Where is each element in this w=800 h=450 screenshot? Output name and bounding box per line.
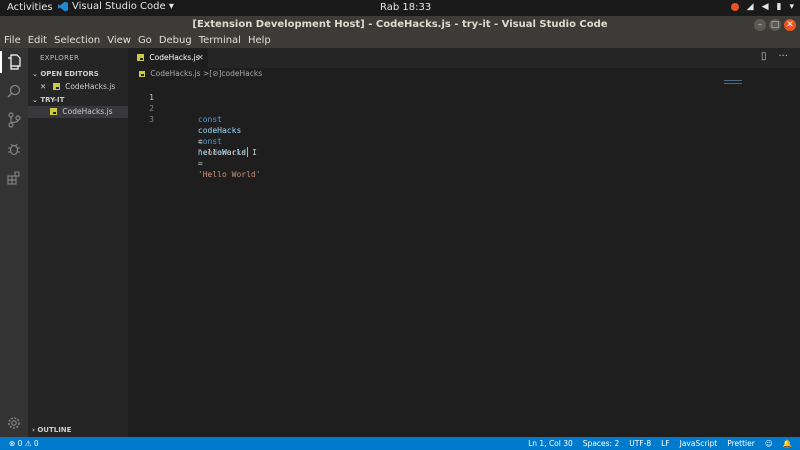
activities-button[interactable]: Activities bbox=[7, 2, 53, 13]
minimap[interactable] bbox=[724, 80, 742, 86]
menu-edit[interactable]: Edit bbox=[28, 34, 47, 48]
prettier-status[interactable]: Prettier bbox=[727, 437, 755, 450]
breadcrumb-symbol[interactable]: [⊘]codeHacks bbox=[209, 69, 262, 78]
activity-bar bbox=[0, 48, 28, 437]
problems-indicator[interactable]: ⊗ 0 ⚠ 0 bbox=[9, 437, 39, 450]
open-editors-label: OPEN EDITORS bbox=[40, 70, 99, 78]
split-editor-icon[interactable]: ▯ bbox=[761, 51, 767, 62]
javascript-file-icon bbox=[52, 83, 60, 90]
open-editor-item[interactable]: ✕ CodeHacks.js bbox=[28, 81, 128, 93]
folder-section[interactable]: ⌄ TRY-IT bbox=[28, 95, 128, 106]
menu-debug[interactable]: Debug bbox=[159, 34, 192, 48]
app-name: Visual Studio Code ▾ bbox=[72, 1, 174, 12]
keyword: const bbox=[197, 115, 222, 124]
feedback-icon[interactable]: ☺ bbox=[765, 437, 773, 450]
system-tray[interactable]: ◢ ◀ ▮ ▾ bbox=[730, 2, 794, 12]
menu-bar: File Edit Selection View Go Debug Termin… bbox=[0, 34, 800, 48]
window-title: [Extension Development Host] - CodeHacks… bbox=[192, 19, 608, 30]
notifications-bell-icon[interactable]: 🔔 bbox=[783, 437, 792, 450]
tab-label: CodeHacks.js bbox=[149, 53, 200, 62]
more-actions-icon[interactable]: ··· bbox=[778, 51, 788, 62]
chevron-down-icon: ⌄ bbox=[32, 70, 38, 78]
encoding[interactable]: UTF-8 bbox=[629, 437, 651, 450]
code-line[interactable]: 1 const codeHacks = 'codeHacks I bbox=[128, 81, 788, 157]
source-control-icon[interactable] bbox=[5, 111, 23, 129]
debug-icon[interactable] bbox=[5, 140, 23, 158]
status-bar: ⊗ 0 ⚠ 0 Ln 1, Col 30 Spaces: 2 UTF-8 LF … bbox=[0, 437, 800, 450]
string-literal: 'Hello World' bbox=[197, 170, 261, 179]
menu-terminal[interactable]: Terminal bbox=[199, 34, 241, 48]
breadcrumb-file[interactable]: CodeHacks.js bbox=[150, 69, 200, 78]
tab-codehacks-js[interactable]: CodeHacks.js ✕ bbox=[128, 48, 208, 68]
javascript-file-icon bbox=[139, 71, 145, 77]
close-window-button[interactable]: ✕ bbox=[784, 19, 796, 31]
search-icon[interactable] bbox=[5, 82, 23, 100]
battery-icon[interactable]: ▮ bbox=[777, 2, 782, 12]
clock[interactable]: Rab 18:33 bbox=[380, 2, 431, 13]
chevron-right-icon: › bbox=[32, 426, 35, 434]
language-mode[interactable]: JavaScript bbox=[680, 437, 718, 450]
editor-tab-bar: CodeHacks.js ✕ ▯ ··· bbox=[128, 48, 800, 68]
javascript-file-icon bbox=[137, 54, 144, 61]
menu-selection[interactable]: Selection bbox=[54, 34, 100, 48]
menu-file[interactable]: File bbox=[4, 34, 21, 48]
power-menu-icon[interactable]: ▾ bbox=[789, 2, 794, 12]
close-editor-icon[interactable]: ✕ bbox=[40, 82, 46, 91]
outline-section[interactable]: › OUTLINE bbox=[28, 425, 128, 436]
system-top-bar: Activities Visual Studio Code ▾ Rab 18:3… bbox=[0, 0, 800, 16]
explorer-sidebar: EXPLORER ⌄ OPEN EDITORS ✕ CodeHacks.js ⌄… bbox=[28, 48, 128, 437]
app-menu[interactable]: Visual Studio Code ▾ bbox=[58, 1, 174, 12]
extensions-icon[interactable] bbox=[5, 169, 23, 187]
explorer-icon[interactable] bbox=[0, 51, 23, 73]
open-editor-name: CodeHacks.js bbox=[65, 82, 116, 91]
chevron-down-icon: ⌄ bbox=[32, 96, 38, 104]
breadcrumb: CodeHacks.js >[⊘]codeHacks bbox=[128, 68, 800, 80]
open-editors-section[interactable]: ⌄ OPEN EDITORS bbox=[28, 69, 128, 80]
line-number: 3 bbox=[149, 115, 154, 124]
cursor-position[interactable]: Ln 1, Col 30 bbox=[528, 437, 573, 450]
minimize-button[interactable]: – bbox=[754, 19, 766, 31]
javascript-file-icon bbox=[50, 108, 57, 115]
menu-view[interactable]: View bbox=[107, 34, 131, 48]
status-right: Ln 1, Col 30 Spaces: 2 UTF-8 LF JavaScri… bbox=[528, 437, 792, 450]
volume-icon[interactable]: ◀ bbox=[762, 2, 769, 12]
end-of-line[interactable]: LF bbox=[661, 437, 670, 450]
code-line[interactable]: 3 const helloWorld = 'Hello World' bbox=[128, 103, 788, 179]
maximize-button[interactable]: □ bbox=[769, 19, 781, 31]
update-icon[interactable] bbox=[730, 3, 739, 11]
file-tree-item[interactable]: CodeHacks.js bbox=[28, 106, 128, 118]
vscode-icon bbox=[58, 1, 68, 12]
editor-actions: ▯ ··· bbox=[761, 51, 788, 62]
sidebar-title: EXPLORER bbox=[40, 54, 80, 62]
manage-gear-icon[interactable] bbox=[5, 414, 23, 432]
code-editor[interactable]: 1 const codeHacks = 'codeHacks I 2 3 cons… bbox=[128, 80, 800, 437]
operator: = bbox=[197, 159, 203, 168]
menu-help[interactable]: Help bbox=[248, 34, 271, 48]
outline-label: OUTLINE bbox=[37, 426, 72, 434]
code-line[interactable]: 2 bbox=[128, 92, 788, 113]
close-tab-icon[interactable]: ✕ bbox=[197, 48, 204, 68]
indentation[interactable]: Spaces: 2 bbox=[583, 437, 619, 450]
keyword: const bbox=[197, 137, 222, 146]
file-name: CodeHacks.js bbox=[62, 107, 113, 116]
variable-name: helloWorld bbox=[197, 148, 247, 157]
network-icon[interactable]: ◢ bbox=[747, 2, 754, 12]
folder-label: TRY-IT bbox=[40, 96, 65, 104]
menu-go[interactable]: Go bbox=[138, 34, 152, 48]
window-titlebar: [Extension Development Host] - CodeHacks… bbox=[0, 16, 800, 34]
